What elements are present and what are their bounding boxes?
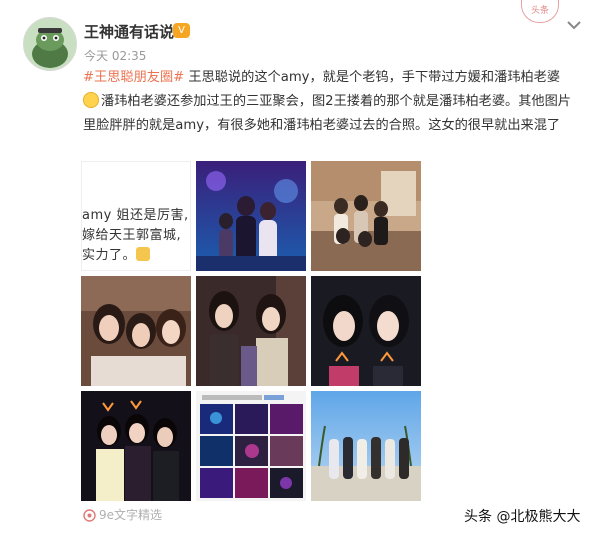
image-tile-text[interactable]: amy 姐还是厉害, 嫁给天王郭富城, 实力了。 — [81, 161, 191, 271]
username[interactable]: 王神通有话说 — [84, 21, 174, 42]
photo-tile-8[interactable] — [196, 391, 306, 501]
stamp-icon: 头条 — [521, 0, 559, 23]
photo-tile-7[interactable] — [81, 391, 191, 501]
photo-tile-9[interactable] — [311, 391, 421, 501]
avatar[interactable] — [23, 17, 77, 71]
repost-source-icon — [83, 507, 96, 522]
photo-tile-5[interactable] — [196, 276, 306, 386]
footer-source[interactable]: 9e文字精选 — [99, 506, 162, 523]
photo-tile-3[interactable] — [311, 161, 421, 271]
photo-tile-2[interactable] — [196, 161, 306, 271]
watermark: 头条 @北极熊大大 — [464, 509, 581, 525]
weibo-post: 王神通有话说 V 今天 02:35 头条 #王思聪朋友圈# 王思聪说的这个amy… — [0, 0, 599, 535]
chevron-down-icon[interactable] — [566, 17, 582, 31]
image-text-block: amy 姐还是厉害, 嫁给天王郭富城, 实力了。 — [82, 206, 189, 266]
photo-tile-6[interactable] — [311, 276, 421, 386]
smiley-emoji-icon — [83, 92, 99, 108]
post-body-line-1: 王思聪说的这个amy，就是个老钨，手下带过方媛和潘玮柏老婆 — [184, 70, 561, 85]
image-text-line-3: 实力了。 — [82, 248, 137, 263]
vip-badge-icon: V — [173, 23, 190, 38]
image-grid: amy 姐还是厉害, 嫁给天王郭富城, 实力了。 — [81, 161, 421, 501]
hashtag-link[interactable]: #王思聪朋友圈# — [83, 70, 184, 85]
post-timestamp: 今天 02:35 — [84, 49, 147, 63]
post-body-line-2: 潘玮柏老婆还参加过王的三亚聚会，图2王搂着的那个就是潘玮柏老婆。其他图片里脸胖胖… — [83, 94, 571, 133]
photo-tile-4[interactable] — [81, 276, 191, 386]
post-text: #王思聪朋友圈# 王思聪说的这个amy，就是个老钨，手下带过方媛和潘玮柏老婆 潘… — [83, 66, 578, 138]
image-text-line-1: amy 姐还是厉害, — [82, 208, 189, 223]
image-text-line-2: 嫁给天王郭富城, — [82, 228, 182, 243]
thumbs-up-emoji-icon — [136, 247, 151, 261]
